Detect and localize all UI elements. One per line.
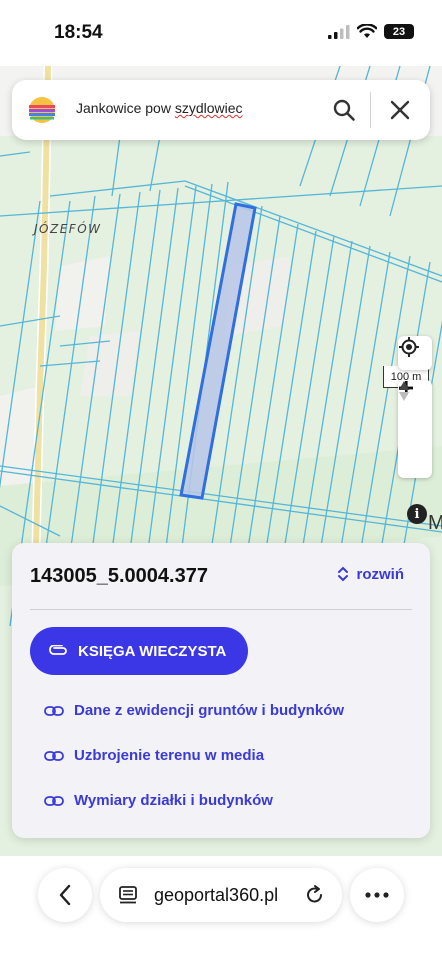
land-register-button[interactable]: KSIĘGA WIECZYSTA <box>30 627 248 675</box>
paperclip-icon <box>49 645 67 655</box>
battery-icon: 23 <box>384 24 414 39</box>
info-icon[interactable]: i <box>407 504 427 524</box>
search-icon[interactable] <box>332 98 356 122</box>
search-input[interactable]: Jankowice pow szydlowiec <box>76 100 243 116</box>
close-icon[interactable] <box>389 99 411 121</box>
reload-icon[interactable] <box>304 884 326 906</box>
search-query-misspelled: szydlowiec <box>174 100 243 116</box>
chevron-left-icon <box>59 884 71 906</box>
address-bar[interactable]: geoportal360.pl <box>100 868 342 922</box>
battery-level: 23 <box>392 25 406 38</box>
parcel-id: 143005_5.0004.377 <box>30 565 208 587</box>
crosshair-icon <box>399 337 419 357</box>
link-label: Wymiary działki i budynków <box>74 792 273 809</box>
compass-icon[interactable] <box>398 380 410 402</box>
divider <box>30 609 412 610</box>
expand-button[interactable]: rozwiń <box>337 565 405 583</box>
search-bar[interactable]: Jankowice pow szydlowiec <box>12 80 430 140</box>
link-icon <box>44 705 64 716</box>
locate-button[interactable] <box>398 336 432 370</box>
app-logo-icon <box>29 97 55 123</box>
search-divider <box>370 92 371 128</box>
clock: 18:54 <box>54 22 103 43</box>
link-utilities[interactable]: Uzbrojenie terenu w media <box>44 747 264 764</box>
link-dimensions[interactable]: Wymiary działki i budynków <box>44 792 273 809</box>
status-bar: 18:54 23 <box>0 0 442 66</box>
parcel-sheet: 143005_5.0004.377 rozwiń KSIĘGA WIECZYST… <box>12 543 430 838</box>
cellular-signal-icon <box>328 24 350 39</box>
expand-label: rozwiń <box>356 565 405 583</box>
status-icons: 23 <box>328 24 414 39</box>
zoom-controls <box>398 380 432 478</box>
back-button[interactable] <box>38 868 92 922</box>
search-query-prefix: Jankowice pow <box>76 100 175 116</box>
link-icon <box>44 750 64 761</box>
link-icon <box>44 795 64 806</box>
link-land-records[interactable]: Dane z ewidencji gruntów i budynków <box>44 702 344 719</box>
map-edge-label: M <box>428 512 442 534</box>
more-dots-icon <box>365 892 389 898</box>
more-button[interactable] <box>350 868 404 922</box>
land-register-label: KSIĘGA WIECZYSTA <box>78 642 227 660</box>
link-label: Uzbrojenie terenu w media <box>74 747 265 764</box>
link-label: Dane z ewidencji gruntów i budynków <box>74 702 345 719</box>
browser-toolbar: geoportal360.pl <box>0 856 442 960</box>
page-icon <box>119 886 137 904</box>
url-text: geoportal360.pl <box>154 885 279 905</box>
wifi-icon <box>357 24 377 38</box>
place-label: JÓZEFÓW <box>34 222 102 236</box>
chevron-updown-icon <box>337 566 348 582</box>
